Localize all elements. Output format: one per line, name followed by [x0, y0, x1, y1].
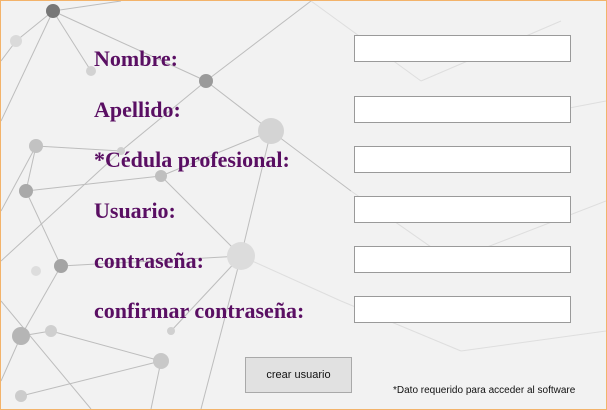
confirmar-contrasena-input[interactable]	[354, 296, 571, 323]
required-field-note: *Dato requerido para acceder al software	[393, 385, 576, 396]
cedula-input[interactable]	[354, 146, 571, 173]
create-user-button[interactable]: crear usuario	[245, 357, 352, 393]
field-label-confirmar-contrasena: confirmar contraseña:	[94, 298, 305, 323]
apellido-input[interactable]	[354, 96, 571, 123]
create-user-window: Nombre: Apellido: *Cédula profesional: U…	[0, 0, 607, 410]
field-label-contrasena: contraseña:	[94, 248, 204, 273]
nombre-input[interactable]	[354, 35, 571, 62]
field-label-apellido: Apellido:	[94, 97, 181, 122]
contrasena-input[interactable]	[354, 246, 571, 273]
field-label-cedula: *Cédula profesional:	[94, 147, 290, 172]
usuario-input[interactable]	[354, 196, 571, 223]
field-label-usuario: Usuario:	[94, 198, 176, 223]
field-label-nombre: Nombre:	[94, 46, 178, 71]
